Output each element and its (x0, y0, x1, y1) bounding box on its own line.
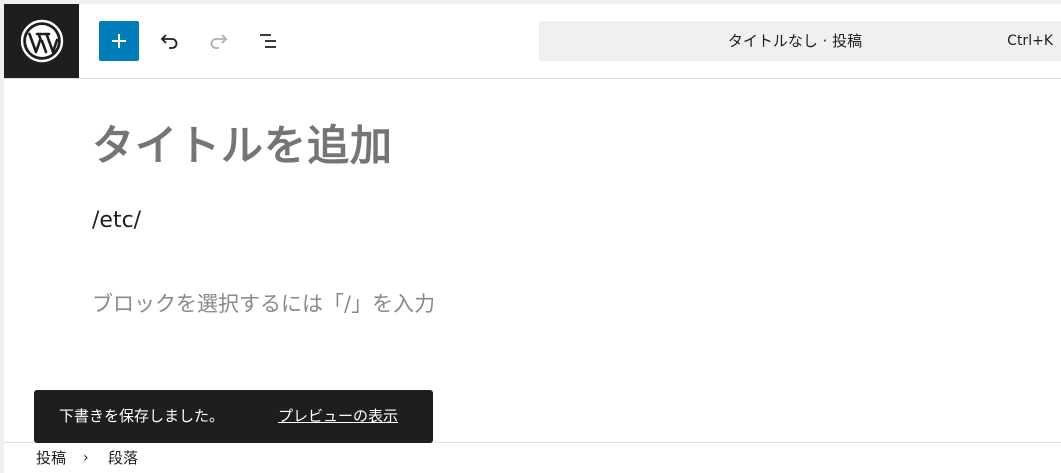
list-view-icon (260, 34, 276, 48)
redo-icon (210, 34, 228, 49)
chevron-right-icon: › (83, 450, 89, 466)
editor-header: タイトルなし · 投稿 Ctrl+K (4, 4, 1061, 79)
document-title: タイトルなし · 投稿 (727, 32, 863, 50)
list-view-button[interactable] (249, 21, 289, 61)
plus-icon (112, 34, 126, 48)
breadcrumb-item-post[interactable]: 投稿 (36, 443, 66, 473)
preview-link[interactable]: プレビューの表示 (278, 390, 398, 443)
post-title-input[interactable]: タイトルを追加 (92, 112, 393, 173)
block-inserter-button[interactable] (99, 21, 139, 61)
snackbar-notice: 下書きを保存しました。 プレビューの表示 (34, 390, 433, 443)
breadcrumb-item-paragraph[interactable]: 段落 (108, 443, 138, 473)
block-breadcrumb-bar: 投稿 › 段落 (4, 442, 1061, 473)
keyboard-shortcut: Ctrl+K (1007, 33, 1053, 49)
redo-button[interactable] (199, 21, 239, 61)
undo-icon (160, 34, 178, 49)
command-palette-bar[interactable]: タイトルなし · 投稿 Ctrl+K (539, 21, 1061, 61)
snackbar-message: 下書きを保存しました。 (59, 407, 225, 425)
undo-button[interactable] (149, 21, 189, 61)
paragraph-block[interactable]: /etc/ (92, 208, 141, 233)
block-appender-placeholder[interactable]: ブロックを選択するには「/」を入力 (92, 288, 435, 318)
wordpress-logo-icon[interactable] (4, 4, 79, 78)
